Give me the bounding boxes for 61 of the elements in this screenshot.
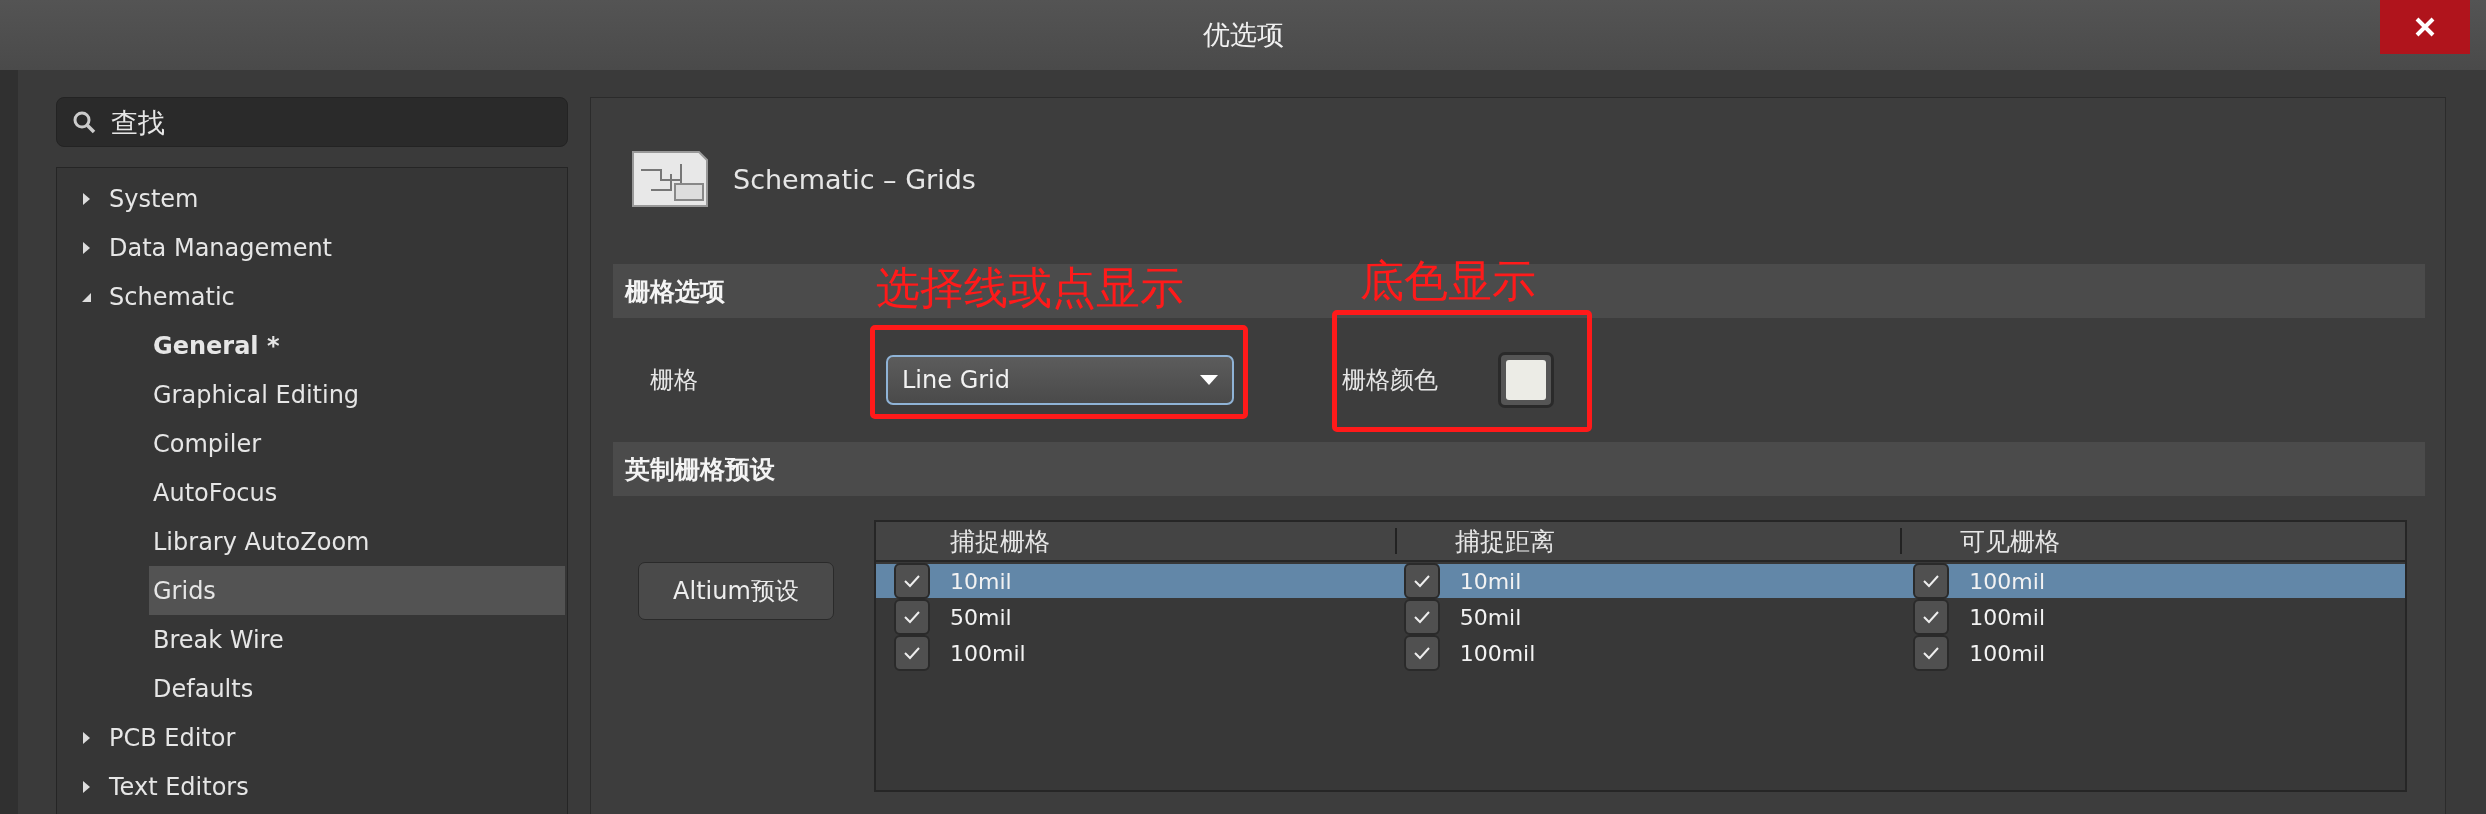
grid-color-label: 栅格颜色 bbox=[1342, 365, 1438, 396]
check-icon bbox=[1412, 646, 1431, 660]
table-cell: 100mil bbox=[1969, 568, 2045, 594]
checkbox[interactable] bbox=[894, 635, 930, 671]
window-title: 优选项 bbox=[1202, 18, 1284, 52]
tree-item[interactable]: Schematic bbox=[57, 272, 567, 321]
tree-item[interactable]: System bbox=[57, 174, 567, 223]
tree-item[interactable]: Data Management bbox=[57, 223, 567, 272]
table-row[interactable]: 100mil 100mil 100mil bbox=[876, 636, 2405, 670]
tree-item[interactable]: Graphical Editing bbox=[111, 370, 565, 419]
preset-button[interactable]: Altium预设 bbox=[638, 562, 834, 620]
table-cell: 50mil bbox=[950, 604, 1012, 630]
checkbox[interactable] bbox=[1913, 635, 1950, 671]
schematic-sheet-icon bbox=[631, 150, 709, 208]
checkbox[interactable] bbox=[1913, 599, 1950, 635]
table-cell: 100mil bbox=[950, 640, 1026, 666]
column-header[interactable]: 捕捉栅格 bbox=[876, 528, 1395, 554]
search-field[interactable]: 查找 bbox=[56, 97, 568, 147]
check-icon bbox=[1922, 574, 1941, 588]
tree-item[interactable]: Break Wire bbox=[111, 615, 565, 664]
table-cell: 50mil bbox=[1459, 604, 1522, 630]
search-icon bbox=[72, 110, 96, 134]
check-icon bbox=[1412, 574, 1431, 588]
table-cell: 100mil bbox=[1969, 604, 2045, 630]
check-icon bbox=[903, 574, 921, 588]
close-button[interactable] bbox=[2380, 0, 2470, 54]
check-icon bbox=[1412, 610, 1431, 624]
checkbox[interactable] bbox=[894, 563, 930, 599]
tree-item[interactable]: General * bbox=[111, 321, 565, 370]
checkbox[interactable] bbox=[894, 599, 930, 635]
tree-item[interactable]: Compiler bbox=[111, 419, 565, 468]
tree-item[interactable]: PCB Editor bbox=[57, 713, 567, 762]
table-row[interactable]: 50mil 50mil 100mil bbox=[876, 600, 2405, 634]
checkbox[interactable] bbox=[1403, 635, 1440, 671]
tree-item[interactable]: Grids bbox=[149, 566, 565, 615]
check-icon bbox=[903, 610, 921, 624]
checkbox[interactable] bbox=[1403, 563, 1440, 599]
color-swatch[interactable] bbox=[1498, 352, 1554, 408]
section-header: 英制栅格预设 bbox=[613, 442, 2425, 496]
column-header[interactable]: 可见栅格 bbox=[1900, 528, 2405, 554]
check-icon bbox=[1922, 646, 1941, 660]
tree-item[interactable]: Defaults bbox=[111, 664, 565, 713]
check-icon bbox=[903, 646, 921, 660]
annotation-text: 选择线或点显示 bbox=[876, 261, 1184, 315]
table-cell: 100mil bbox=[1459, 640, 1536, 666]
annotation-text: 底色显示 bbox=[1360, 254, 1536, 308]
grid-label: 栅格 bbox=[650, 365, 699, 396]
tree-item[interactable]: Text Editors bbox=[57, 762, 567, 811]
dropdown-caret-icon bbox=[1200, 375, 1218, 385]
grid-type-dropdown[interactable]: Line Grid bbox=[886, 355, 1234, 405]
page-title: Schematic – Grids bbox=[733, 163, 976, 195]
close-icon bbox=[2413, 15, 2437, 39]
column-header[interactable]: 捕捉距离 bbox=[1395, 528, 1900, 554]
tree-item[interactable]: Library AutoZoom bbox=[111, 517, 565, 566]
table-cell: 100mil bbox=[1969, 640, 2045, 666]
checkbox[interactable] bbox=[1403, 599, 1440, 635]
check-icon bbox=[1922, 610, 1941, 624]
tree-item[interactable]: AutoFocus bbox=[111, 468, 565, 517]
table-cell: 10mil bbox=[950, 568, 1012, 594]
checkbox[interactable] bbox=[1913, 563, 1950, 599]
table-cell: 10mil bbox=[1459, 568, 1522, 594]
